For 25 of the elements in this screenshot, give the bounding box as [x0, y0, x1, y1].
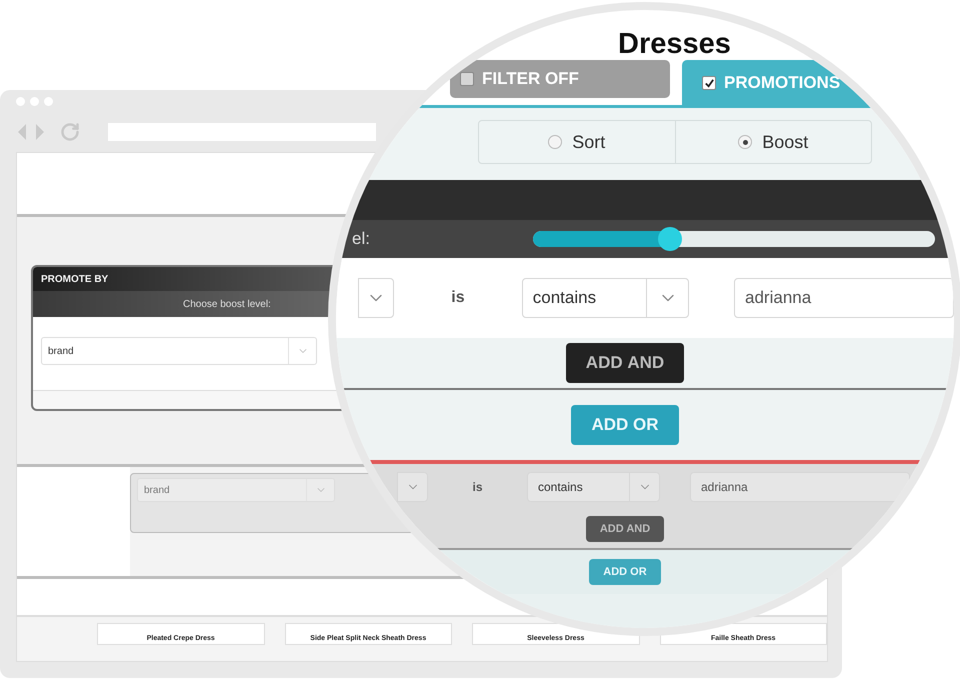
- dropdown-toggle[interactable]: [358, 278, 394, 318]
- page-title: Dresses: [618, 28, 731, 60]
- value-field[interactable]: adrianna: [734, 278, 954, 318]
- tab-label: PROMOTIONS: [724, 73, 840, 93]
- attribute-select[interactable]: brand: [41, 337, 317, 365]
- operator-label: is: [471, 480, 484, 494]
- radio-button[interactable]: [738, 135, 752, 149]
- dropdown-toggle[interactable]: [397, 472, 428, 502]
- add-and-button[interactable]: ADD AND: [586, 516, 664, 542]
- reload-icon[interactable]: [60, 122, 80, 142]
- checkbox[interactable]: [460, 72, 474, 86]
- operator-label: is: [450, 289, 466, 307]
- tab-label: FILTER OFF: [482, 69, 579, 89]
- mode-label: Boost: [762, 132, 808, 152]
- match-select[interactable]: contains: [527, 472, 660, 502]
- attribute-select[interactable]: brand: [137, 478, 335, 502]
- value-field[interactable]: adrianna: [690, 472, 910, 502]
- back-forward-icon: [16, 123, 46, 141]
- add-and-button[interactable]: ADD AND: [566, 343, 684, 383]
- boost-label: el:: [352, 229, 371, 249]
- checkbox[interactable]: [702, 76, 716, 90]
- slider-thumb[interactable]: [658, 227, 682, 251]
- mode-label: Sort: [572, 132, 606, 152]
- match-select[interactable]: contains: [522, 278, 690, 318]
- radio-button[interactable]: [548, 135, 562, 149]
